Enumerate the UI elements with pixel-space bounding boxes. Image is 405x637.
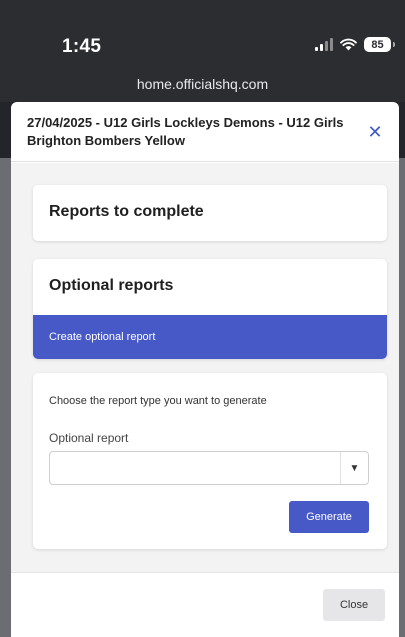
create-optional-report-label: Create optional report — [49, 331, 156, 343]
wifi-icon — [340, 38, 357, 51]
status-bar: 1:45 85 — [0, 0, 405, 66]
url-text: home.officialshq.com — [136, 76, 269, 92]
close-button[interactable]: Close — [323, 589, 385, 621]
modal-footer: Close — [11, 572, 399, 637]
report-modal: 27/04/2025 - U12 Girls Lockleys Demons -… — [11, 102, 399, 637]
status-time: 1:45 — [62, 36, 102, 57]
chevron-down-icon: ▼ — [340, 452, 368, 484]
modal-title: 27/04/2025 - U12 Girls Lockleys Demons -… — [27, 115, 344, 148]
close-icon[interactable]: ✕ — [365, 122, 385, 142]
optional-report-select[interactable]: ▼ — [49, 451, 369, 485]
battery-icon: 85 — [364, 37, 395, 52]
reports-to-complete-title: Reports to complete — [49, 203, 204, 220]
modal-header: 27/04/2025 - U12 Girls Lockleys Demons -… — [11, 102, 399, 162]
generate-report-form: Choose the report type you want to gener… — [33, 373, 387, 549]
optional-reports-title: Optional reports — [49, 277, 174, 294]
url-bar[interactable]: home.officialshq.com — [0, 66, 405, 102]
create-optional-report-bar[interactable]: Create optional report — [33, 315, 387, 359]
form-description: Choose the report type you want to gener… — [49, 395, 267, 407]
generate-button[interactable]: Generate — [289, 501, 369, 533]
status-icons: 85 — [315, 37, 395, 52]
optional-report-label: Optional report — [49, 431, 129, 445]
signal-icon — [315, 38, 333, 51]
optional-reports-card: Optional reports Create optional report — [33, 259, 387, 359]
reports-to-complete-card: Reports to complete — [33, 185, 387, 241]
modal-body: Reports to complete Optional reports Cre… — [11, 163, 399, 572]
